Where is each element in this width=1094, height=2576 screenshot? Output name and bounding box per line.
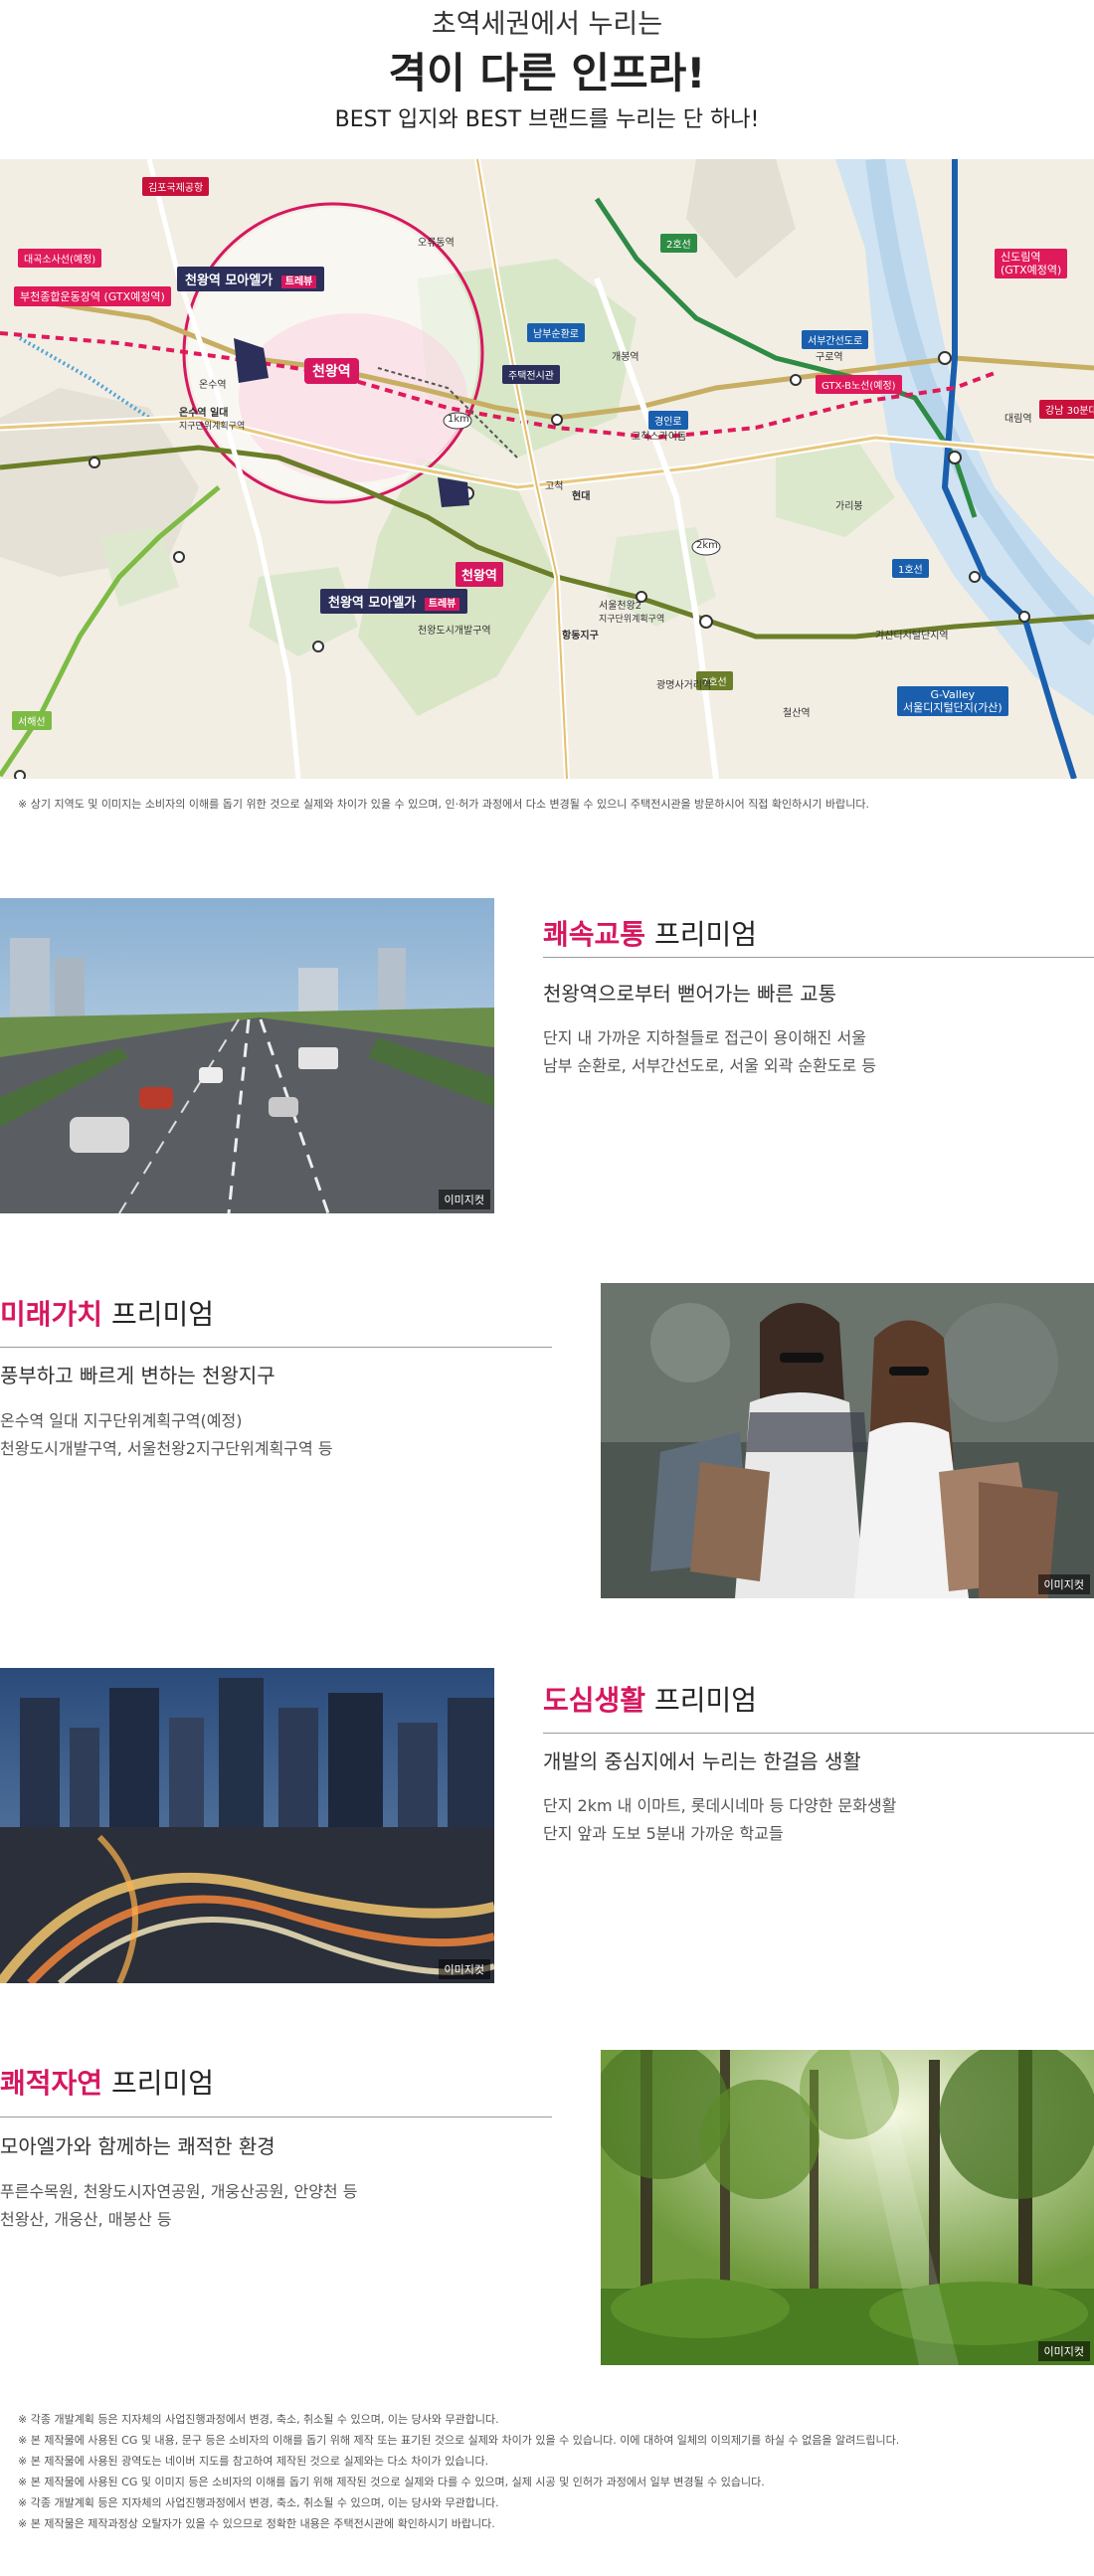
- map-label-garibong: 가리봉: [835, 501, 863, 512]
- map-label-daegot: 대곡소사선(예정): [18, 249, 102, 268]
- map-brand-top: 천왕역 모아엘가 트레뷰: [177, 267, 325, 291]
- section-lead-transport: 천왕역으로부터 뻗어가는 빠른 교통: [543, 982, 837, 1006]
- section-lead-future: 풍부하고 빠르게 변하는 천왕지구: [0, 1364, 275, 1387]
- map-label-gochuk-dome: 고척스카이돔: [632, 432, 687, 443]
- map-label-hanseo: 현대: [572, 491, 591, 502]
- header-title: 격이 다른 인프라!: [388, 49, 706, 97]
- footnote: ※ 본 제작물에 사용된 CG 및 내용, 문구 등은 소비자의 이해를 돕기 …: [18, 2434, 900, 2447]
- map-label-guro: 구로역: [816, 352, 843, 363]
- section-divider: [543, 1733, 1094, 1734]
- map-label-oryu: 오류동역: [418, 238, 455, 249]
- map-label-ojeong: 온수역 일대 지구단위계획구역: [179, 408, 246, 432]
- map-label-seohae: 서해선: [12, 711, 52, 730]
- footnote: ※ 본 제작물은 제작과정상 오탈자가 있을 수 있으므로 정확한 내용은 주택…: [18, 2517, 495, 2530]
- photo-city-night: 이미지컷: [0, 1668, 494, 1983]
- location-map: 김포국제공항 대곡소사선(예정) 부천종합운동장역 (GTX예정역) 서해선 천…: [0, 159, 1094, 779]
- image-cut-badge: 이미지컷: [438, 1190, 490, 1209]
- section-divider: [0, 2116, 552, 2117]
- map-station-lower: 천왕역: [456, 562, 503, 587]
- map-label-seobu: 서부간선도로: [802, 330, 869, 349]
- footnote: ※ 각종 개발계획 등은 지자체의 사업진행과정에서 변경, 축소, 취소될 수…: [18, 2413, 499, 2426]
- map-label-gwangmyeong: 광명사거리역: [656, 680, 712, 691]
- header-tagline: BEST 입지와 BEST 브랜드를 누리는 단 하나!: [334, 107, 760, 132]
- header-subtitle: 초역세권에서 누리는: [431, 9, 663, 40]
- map-label-daelim: 대림역: [1004, 414, 1032, 425]
- page-header: 초역세권에서 누리는 격이 다른 인프라! BEST 입지와 BEST 브랜드를…: [0, 0, 1094, 159]
- section-divider: [0, 1347, 552, 1348]
- map-label-gangnam: 강남 30분대: [1039, 400, 1094, 419]
- section-title-nature: 쾌적자연 프리미엄: [0, 2067, 214, 2100]
- map-disclaimer: ※ 상기 지역도 및 이미지는 소비자의 이해를 돕기 위한 것으로 실제와 차…: [18, 798, 869, 811]
- section-title-urban: 도심생활 프리미엄: [543, 1684, 757, 1717]
- map-dist-1km: 1km: [448, 414, 469, 425]
- photo-shopping: 이미지컷: [601, 1283, 1094, 1598]
- section-lead-nature: 모아엘가와 함께하는 쾌적한 환경: [0, 2134, 275, 2158]
- map-label-bucheon: 부천종합운동장역 (GTX예정역): [14, 286, 171, 306]
- footnotes: ※ 각종 개발계획 등은 지자체의 사업진행과정에서 변경, 축소, 취소될 수…: [18, 2409, 1072, 2534]
- footnote: ※ 각종 개발계획 등은 지자체의 사업진행과정에서 변경, 축소, 취소될 수…: [18, 2496, 499, 2509]
- map-label-gtx: GTX-B노선(예정): [816, 375, 902, 394]
- map-brand-bottom: 천왕역 모아엘가 트레뷰: [320, 589, 468, 614]
- map-label-seoul-cheonwang2: 서울천왕2 지구단위계획구역: [599, 601, 665, 625]
- map-label-gimpo: 김포국제공항: [142, 177, 210, 196]
- photo-highway: 이미지컷: [0, 898, 494, 1213]
- map-label-sindorim: 신도림역 (GTX예정역): [995, 249, 1068, 278]
- section-desc-transport: 단지 내 가까운 지하철들로 접근이 용이해진 서울 남부 순환로, 서부간선도로…: [543, 1028, 877, 1075]
- section-title-future: 미래가치 프리미엄: [0, 1298, 214, 1331]
- map-label-gocheok: 고척: [545, 481, 564, 492]
- section-desc-future: 온수역 일대 지구단위계획구역(예정) 천왕도시개발구역, 서울천왕2지구단위계획…: [0, 1411, 333, 1458]
- map-label-cheolsan: 철산역: [783, 708, 811, 719]
- image-cut-badge: 이미지컷: [1037, 1574, 1090, 1594]
- map-label-onsu: 온수역: [199, 380, 227, 391]
- map-label-nambu: 남부순환로: [527, 323, 585, 342]
- footnote: ※ 본 제작물에 사용된 광역도는 네이버 지도를 참고하여 제작된 것으로 실…: [18, 2455, 489, 2468]
- map-label-gaebong: 개봉역: [612, 352, 639, 363]
- section-desc-urban: 단지 2km 내 이마트, 롯데시네마 등 다양한 문화생활 단지 앞과 도보 5…: [543, 1796, 897, 1843]
- map-label-hangdong: 항동지구: [562, 631, 599, 642]
- photo-forest: 이미지컷: [601, 2050, 1094, 2365]
- map-station-main: 천왕역: [304, 358, 359, 384]
- map-label-gvalley: G-Valley 서울디지털단지(가산): [897, 686, 1008, 716]
- footnote: ※ 본 제작물에 사용된 CG 및 이미지 등은 소비자의 이해를 돕기 위해 …: [18, 2476, 765, 2488]
- map-dist-2km: 2km: [696, 540, 718, 551]
- section-desc-nature: 푸른수목원, 천왕도시자연공원, 개웅산공원, 안양천 등 천왕산, 개웅산, 매…: [0, 2182, 358, 2229]
- image-cut-badge: 이미지컷: [1037, 2341, 1090, 2361]
- map-label-line2: 2호선: [660, 234, 697, 253]
- section-title-transport: 쾌속교통 프리미엄: [543, 918, 757, 951]
- map-label-jusan: 주택전시관: [502, 365, 560, 384]
- map-label-cheongwangdo: 천왕도시개발구역: [418, 626, 491, 637]
- map-label-line1: 1호선: [892, 559, 929, 578]
- image-cut-badge: 이미지컷: [438, 1959, 490, 1979]
- section-divider: [543, 957, 1094, 958]
- map-label-gasan: 가산디지털단지역: [875, 631, 949, 642]
- section-lead-urban: 개발의 중심지에서 누리는 한걸음 생활: [543, 1749, 861, 1773]
